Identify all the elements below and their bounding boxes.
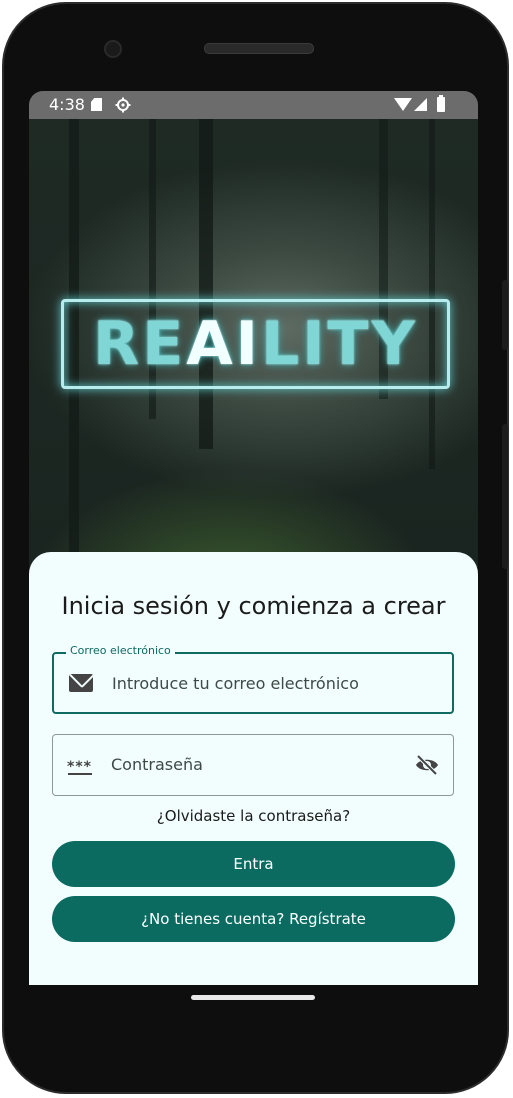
wifi-icon: [394, 98, 412, 111]
power-button: [502, 280, 508, 350]
email-field[interactable]: Correo electrónico Introduce tu correo e…: [52, 644, 454, 714]
battery-icon: [437, 95, 445, 112]
navigation-bar: [29, 985, 478, 1025]
email-placeholder: Introduce tu correo electrónico: [112, 674, 359, 693]
earpiece-speaker: [204, 43, 314, 54]
sd-card-icon: [91, 98, 102, 111]
settings-gear-icon: [115, 97, 131, 113]
login-sheet: Inicia sesión y comienza a crear Correo …: [29, 552, 478, 985]
app-screen: 4:38 REAILITY Inicia sesión y comienza a…: [29, 91, 478, 985]
visibility-off-icon[interactable]: [415, 755, 439, 775]
volume-button: [502, 424, 508, 569]
front-camera: [104, 40, 122, 58]
tree-trunk: [199, 119, 213, 449]
forgot-password-link[interactable]: ¿Olvidaste la contraseña?: [29, 807, 478, 825]
password-field[interactable]: *** Contraseña: [52, 734, 454, 796]
login-button[interactable]: Entra: [52, 841, 455, 887]
signal-icon: [414, 98, 427, 111]
status-time: 4:38: [49, 95, 85, 114]
status-bar: 4:38: [29, 91, 478, 119]
home-gesture-handle[interactable]: [191, 995, 315, 1000]
reaility-logo: REAILITY: [61, 299, 450, 389]
tree-trunk: [429, 119, 435, 469]
forest-background-image: REAILITY: [29, 119, 478, 569]
logo-text: REAILITY: [93, 309, 418, 379]
login-title: Inicia sesión y comienza a crear: [61, 592, 446, 620]
password-placeholder: Contraseña: [111, 755, 203, 774]
mail-icon: [69, 674, 93, 692]
register-button[interactable]: ¿No tienes cuenta? Regístrate: [52, 896, 455, 942]
password-dots-icon: ***: [67, 759, 92, 775]
